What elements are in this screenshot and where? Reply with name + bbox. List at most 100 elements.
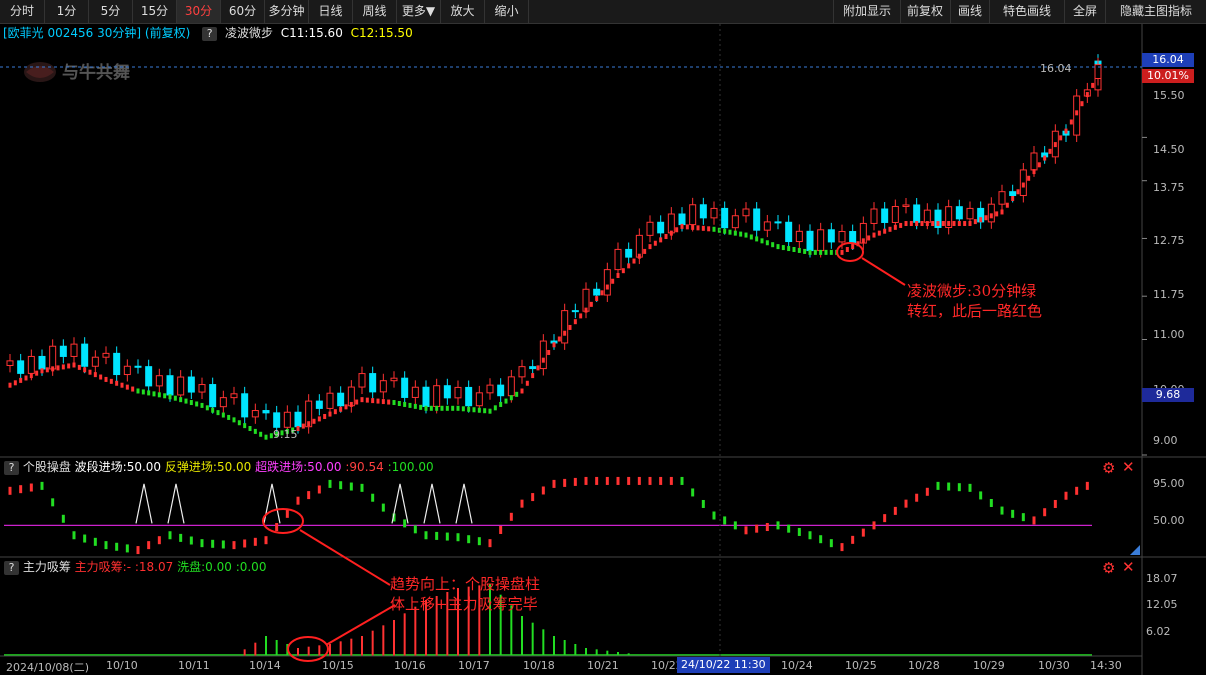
operation-bar — [605, 476, 609, 485]
lingbo-dot — [867, 235, 871, 241]
lingbo-dot — [19, 377, 23, 383]
candle-body — [379, 380, 387, 393]
lingbo-dot — [808, 249, 812, 255]
lingbo-dot — [616, 272, 620, 278]
lingbo-dot — [664, 234, 668, 240]
lingbo-dot — [72, 362, 76, 368]
annotation-arrow — [861, 257, 906, 286]
panel2-plot — [4, 584, 1092, 656]
lingbo-dot — [531, 373, 535, 379]
panel1-l4: :90.54 — [345, 460, 384, 474]
lingbo-dot — [392, 400, 396, 406]
lingbo-dot — [200, 402, 204, 408]
candle-body — [198, 384, 206, 393]
lingbo-dot — [1000, 209, 1004, 215]
price-tick: 14.50 — [1153, 143, 1185, 156]
lingbo-dot — [813, 249, 817, 255]
operation-bar — [925, 487, 929, 496]
candle-body — [262, 410, 270, 414]
lingbo-dot — [989, 213, 993, 219]
operation-bar — [307, 491, 311, 500]
lingbo-dot — [941, 221, 945, 227]
operation-bar — [957, 483, 961, 492]
lingbo-dot — [957, 221, 961, 227]
lingbo-dot — [248, 426, 252, 432]
operation-bar — [264, 536, 268, 545]
annotation-trend: 趋势向上：个股操盘柱 体上移+主力吸筹完毕 — [390, 574, 540, 614]
entry-triangle — [455, 483, 473, 524]
candle-body — [358, 373, 366, 388]
lingbo-dot — [173, 395, 177, 401]
lingbo-dot — [504, 398, 508, 404]
operation-bar — [1032, 516, 1036, 525]
operation-bar — [445, 532, 449, 541]
operation-bar — [136, 546, 140, 555]
candle-body — [742, 208, 750, 217]
operation-bar — [637, 476, 641, 485]
operation-bar — [808, 531, 812, 540]
lingbo-dot — [701, 225, 705, 231]
lingbo-dot — [760, 238, 764, 244]
highlight-circle — [262, 508, 304, 534]
price-tick: 9.00 — [1153, 434, 1178, 447]
operation-bar — [403, 519, 407, 528]
panel1-settings-icon[interactable]: ⚙ — [1102, 459, 1115, 477]
operation-bar — [904, 499, 908, 508]
lingbo-dot — [237, 420, 241, 426]
lingbo-dot — [931, 221, 935, 227]
lingbo-dot — [93, 372, 97, 378]
operation-bar — [200, 539, 204, 548]
lingbo-dot — [1048, 148, 1052, 154]
lingbo-dot — [1037, 162, 1041, 168]
operation-bar — [573, 477, 577, 486]
operation-bar — [787, 524, 791, 533]
lingbo-dot — [744, 232, 748, 238]
operation-bar — [531, 493, 535, 502]
entry-triangle — [135, 483, 153, 524]
lingbo-dot — [157, 392, 161, 398]
lingbo-dot — [195, 401, 199, 407]
lingbo-dot — [952, 221, 956, 227]
operation-bar — [40, 481, 44, 490]
candle-body — [70, 343, 78, 357]
candle-body — [241, 393, 249, 418]
lingbo-dot — [771, 242, 775, 248]
operation-bar — [797, 527, 801, 536]
candle-body — [987, 203, 995, 223]
candle-body — [145, 366, 153, 387]
resize-handle-icon — [1130, 545, 1140, 555]
candlesticks — [6, 54, 1102, 435]
lingbo-dot — [995, 211, 999, 217]
candle-body — [134, 365, 142, 368]
operation-bar — [83, 534, 87, 543]
operation-bar — [1075, 486, 1079, 495]
candle-body — [774, 221, 782, 224]
candle-body — [603, 269, 611, 296]
lingbo-dot — [653, 240, 657, 246]
candle-body — [486, 384, 494, 394]
x-tick: 10/15 — [322, 659, 354, 672]
panel2-help-icon[interactable]: ? — [4, 561, 19, 575]
panel1-tick: 95.00 — [1153, 477, 1185, 490]
lingbo-dot — [861, 238, 865, 244]
operation-bar — [125, 544, 129, 553]
operation-bar — [488, 539, 492, 548]
panel1-close-icon[interactable]: ✕ — [1122, 458, 1135, 476]
operation-bar — [19, 485, 23, 494]
lingbo-dot — [749, 234, 753, 240]
operation-bar — [659, 476, 663, 485]
lingbo-dot — [189, 400, 193, 406]
lingbo-dot — [627, 263, 631, 269]
candle-body — [678, 213, 686, 226]
candle-body — [6, 360, 14, 366]
panel2-close-icon[interactable]: ✕ — [1122, 558, 1135, 576]
candle-body — [219, 397, 227, 408]
lingbo-dot — [909, 221, 913, 227]
panel1-help-icon[interactable]: ? — [4, 461, 19, 475]
lingbo-dot — [936, 221, 940, 227]
lingbo-dot — [483, 408, 487, 414]
panel2-settings-icon[interactable]: ⚙ — [1102, 559, 1115, 577]
percent-box: 10.01% — [1142, 69, 1194, 83]
operation-bar — [147, 541, 151, 550]
lingbo-dot — [803, 248, 807, 254]
